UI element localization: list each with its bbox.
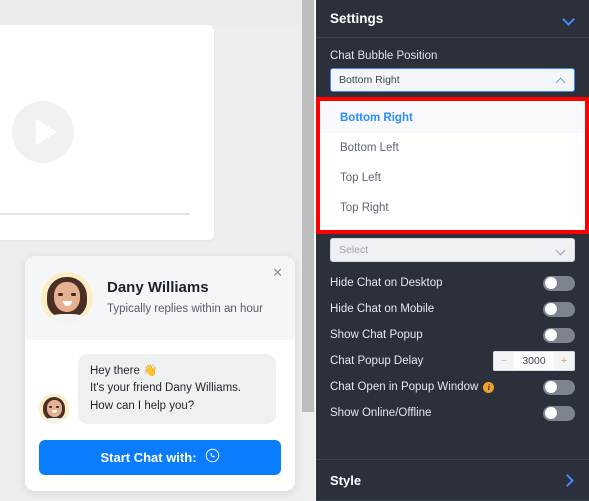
chat-bubble-position-value: Bottom Right	[339, 74, 400, 86]
row-chat-popup-delay: Chat Popup Delay − 3000 +	[330, 348, 575, 374]
stepper-decrement-button[interactable]: −	[494, 352, 514, 370]
toggle-hide-chat-on-mobile[interactable]	[543, 301, 575, 317]
row-hide-chat-on-desktop: Hide Chat on Desktop	[330, 270, 575, 296]
toggle-chat-open-in-popup-window[interactable]	[543, 379, 575, 395]
stepper-increment-button[interactable]: +	[554, 352, 574, 370]
label-text-chat-open-in-popup-window: Chat Open in Popup Window	[330, 381, 479, 393]
toggle-show-chat-popup[interactable]	[543, 327, 575, 343]
preview-top-strip	[0, 0, 303, 25]
chat-widget-header: Dany Williams Typically replies within a…	[25, 256, 295, 340]
style-title: Style	[330, 472, 362, 488]
scrollbar-thumb[interactable]	[302, 0, 314, 412]
toggle-show-online-offline[interactable]	[543, 405, 575, 421]
style-section-footer: Style	[316, 459, 589, 501]
preview-panel: Dany Williams Typically replies within a…	[0, 0, 303, 501]
chat-widget-footer: Start Chat with:	[25, 433, 295, 491]
chat-bubble-position-dropdown: Bottom Right Bottom Left Top Left Top Ri…	[316, 97, 589, 234]
dropdown-option-bottom-left[interactable]: Bottom Left	[320, 133, 585, 163]
agent-name: Dany Williams	[107, 279, 209, 297]
chat-bubble-position-label: Chat Bubble Position	[330, 50, 438, 62]
row-hide-chat-on-mobile: Hide Chat on Mobile	[330, 296, 575, 322]
chat-widget-preview: Dany Williams Typically replies within a…	[25, 256, 295, 491]
secondary-select[interactable]: Select	[330, 238, 575, 262]
row-chat-open-in-popup-window: Chat Open in Popup Window i	[330, 374, 575, 400]
settings-panel-header[interactable]: Settings	[316, 0, 589, 38]
message-avatar	[39, 393, 69, 424]
style-section-row[interactable]: Style	[316, 460, 589, 500]
settings-title: Settings	[330, 11, 384, 26]
toggle-hide-chat-on-desktop[interactable]	[543, 275, 575, 291]
row-show-chat-popup: Show Chat Popup	[330, 322, 575, 348]
dropdown-option-top-left[interactable]: Top Left	[320, 163, 585, 193]
close-icon[interactable]: ✕	[272, 266, 283, 279]
row-show-online-offline: Show Online/Offline	[330, 400, 575, 426]
settings-rows: Hide Chat on Desktop Hide Chat on Mobile…	[316, 262, 589, 426]
message-line-2: It's your friend Dany Williams. How can …	[90, 382, 242, 412]
agent-status: Typically replies within an hour	[107, 302, 263, 315]
label-hide-chat-on-mobile: Hide Chat on Mobile	[330, 303, 435, 315]
message-bubble: Hey there 👋 It's your friend Dany Willia…	[78, 354, 276, 424]
message-line-1: Hey there 👋	[90, 365, 158, 377]
chevron-right-icon[interactable]	[563, 474, 575, 486]
avatar	[41, 272, 93, 324]
dropdown-option-list: Bottom Right Bottom Left Top Left Top Ri…	[320, 101, 585, 230]
chevron-down-icon	[557, 246, 566, 255]
label-show-online-offline: Show Online/Offline	[330, 407, 432, 419]
chat-bubble-position-select[interactable]: Bottom Right	[330, 68, 575, 92]
label-hide-chat-on-desktop: Hide Chat on Desktop	[330, 277, 443, 289]
chat-message-area: Hey there 👋 It's your friend Dany Willia…	[25, 340, 295, 434]
dropdown-option-top-right[interactable]: Top Right	[320, 193, 585, 223]
play-triangle	[36, 119, 57, 145]
settings-panel: Settings Chat Bubble Position Bottom Rig…	[316, 0, 589, 501]
video-preview-card[interactable]	[0, 25, 214, 240]
label-chat-popup-delay: Chat Popup Delay	[330, 355, 424, 367]
start-chat-label: Start Chat with:	[100, 449, 197, 465]
secondary-select-placeholder: Select	[339, 244, 369, 256]
dropdown-option-bottom-right[interactable]: Bottom Right	[320, 103, 585, 133]
settings-panel-body: Chat Bubble Position Bottom Right	[316, 38, 589, 92]
secondary-select-row: Select	[316, 238, 589, 262]
app-root: Dany Williams Typically replies within a…	[0, 0, 589, 501]
agent-info: Dany Williams Typically replies within a…	[107, 279, 263, 317]
label-show-chat-popup: Show Chat Popup	[330, 329, 423, 341]
chevron-down-icon[interactable]	[563, 13, 575, 25]
chevron-up-icon	[557, 76, 566, 85]
viber-icon	[205, 448, 220, 466]
start-chat-button[interactable]: Start Chat with:	[39, 439, 281, 475]
chat-popup-delay-value[interactable]: 3000	[514, 355, 554, 367]
video-divider	[0, 213, 190, 215]
message-row: Hey there 👋 It's your friend Dany Willia…	[39, 354, 281, 424]
info-icon[interactable]: i	[483, 381, 495, 393]
chat-popup-delay-stepper[interactable]: − 3000 +	[493, 351, 575, 371]
label-chat-open-in-popup-window: Chat Open in Popup Window i	[330, 381, 495, 393]
play-icon[interactable]	[12, 101, 74, 163]
